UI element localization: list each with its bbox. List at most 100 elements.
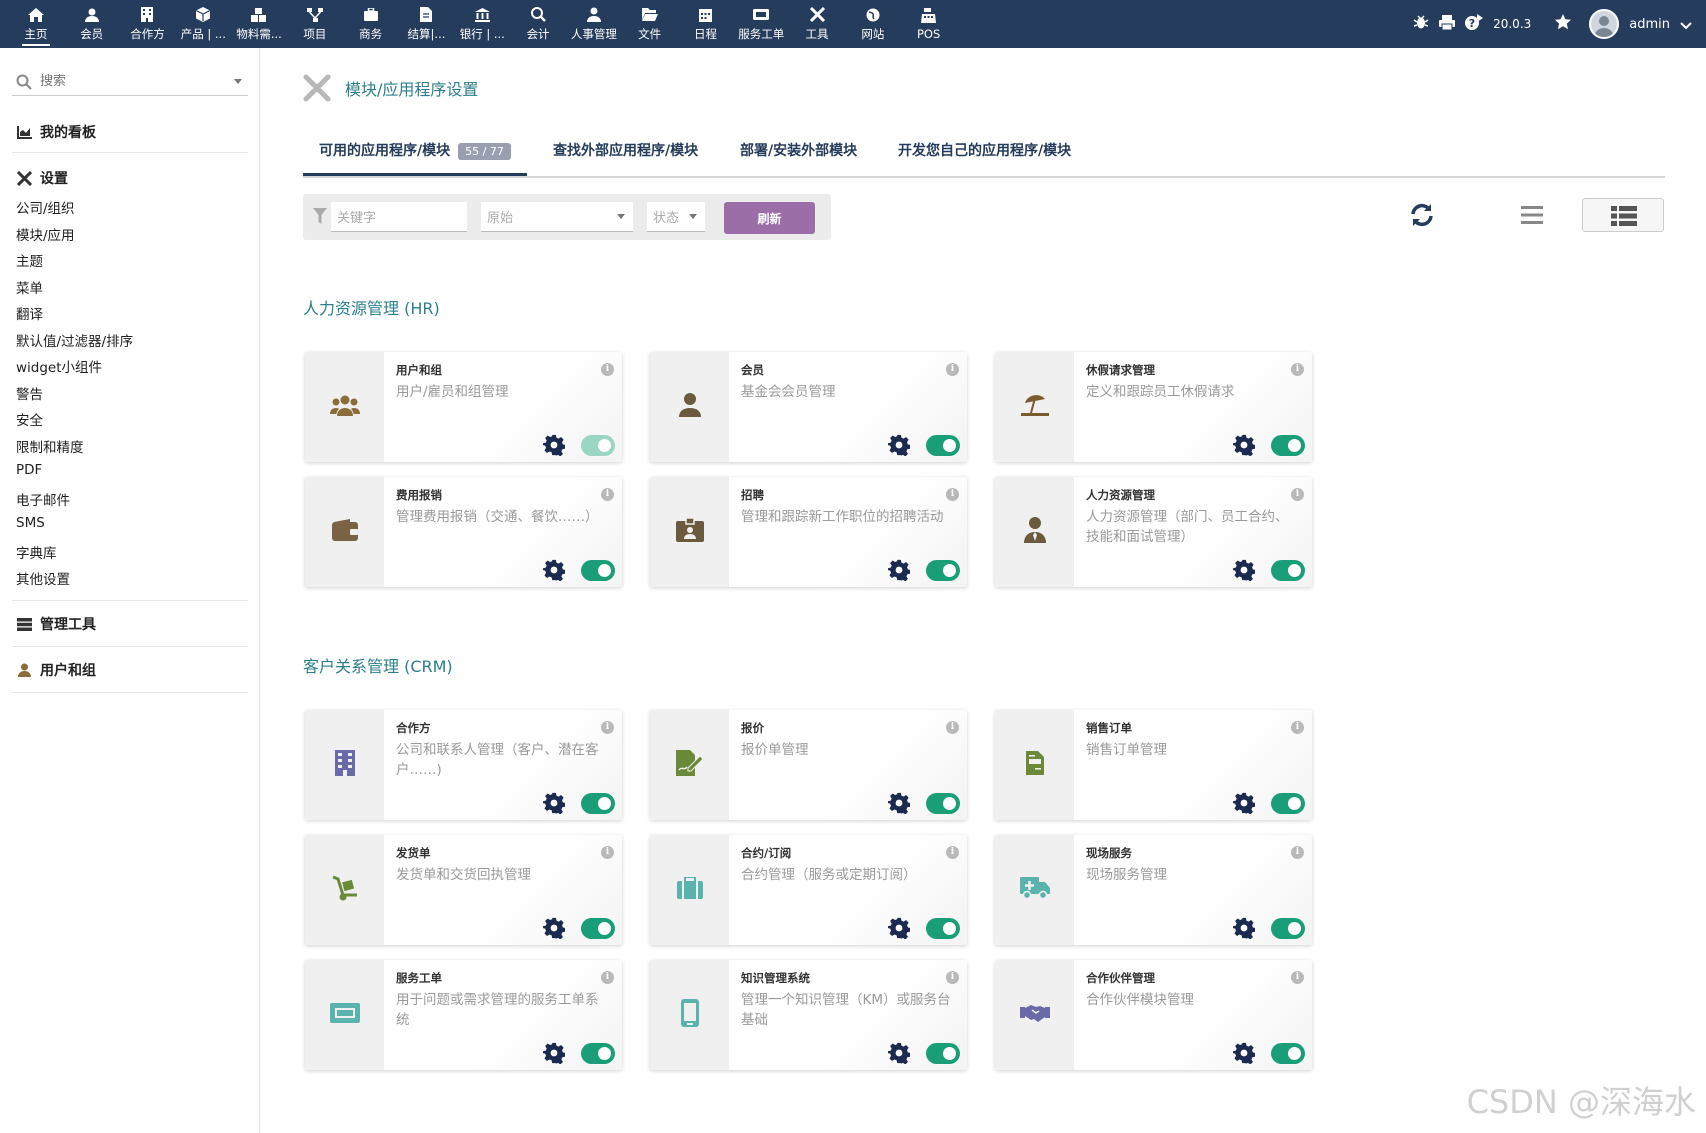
- sidebar-item-translation[interactable]: 翻译: [16, 303, 43, 323]
- topmenu-website[interactable]: 网站: [845, 0, 901, 48]
- module-toggle-switch[interactable]: [581, 435, 615, 456]
- sidebar-item-pdf[interactable]: PDF: [16, 462, 42, 478]
- origin-select[interactable]: 原始: [481, 202, 633, 232]
- gear-icon[interactable]: [1232, 792, 1256, 815]
- topmenu-documents[interactable]: 文件: [622, 0, 678, 48]
- sidebar-item-dictionaries[interactable]: 字典库: [16, 542, 57, 562]
- sidebar-item-other[interactable]: 其他设置: [16, 568, 70, 588]
- sidebar-item-email[interactable]: 电子邮件: [16, 489, 70, 509]
- topmenu-mrp[interactable]: 物料需...: [231, 0, 287, 48]
- sidebar-item-widgets[interactable]: widget小组件: [16, 356, 102, 376]
- info-icon[interactable]: i: [946, 363, 959, 376]
- module-toggle-switch[interactable]: [1271, 793, 1305, 814]
- module-toggle-switch[interactable]: [581, 793, 615, 814]
- topmenu-commercial[interactable]: 商务: [343, 0, 399, 48]
- module-toggle-switch[interactable]: [581, 1043, 615, 1064]
- info-icon[interactable]: i: [601, 363, 614, 376]
- info-icon[interactable]: i: [946, 721, 959, 734]
- module-toggle-switch[interactable]: [926, 435, 960, 456]
- sidebar-item-alerts[interactable]: 警告: [16, 383, 43, 403]
- module-toggle-switch[interactable]: [581, 918, 615, 939]
- info-icon[interactable]: i: [601, 971, 614, 984]
- gear-icon[interactable]: [1232, 559, 1256, 582]
- gear-icon[interactable]: [542, 792, 566, 815]
- topmenu-members[interactable]: 会员: [64, 0, 120, 48]
- info-icon[interactable]: i: [946, 846, 959, 859]
- chevron-down-icon[interactable]: [234, 79, 242, 84]
- tab-find-external[interactable]: 查找外部应用程序/模块: [553, 140, 698, 176]
- gear-icon[interactable]: [887, 917, 911, 940]
- topmenu-home[interactable]: 主页: [8, 0, 64, 48]
- sidebar-dashboard[interactable]: 我的看板: [16, 122, 96, 142]
- module-toggle-switch[interactable]: [926, 1043, 960, 1064]
- info-icon[interactable]: i: [1291, 363, 1304, 376]
- refresh-button[interactable]: 刷新: [724, 202, 815, 234]
- module-toggle-switch[interactable]: [926, 560, 960, 581]
- sidebar-item-menus[interactable]: 菜单: [16, 277, 43, 297]
- module-toggle-switch[interactable]: [1271, 1043, 1305, 1064]
- topmenu-thirdparty[interactable]: 合作方: [120, 0, 176, 48]
- bookmark-star-icon[interactable]: [1555, 14, 1572, 34]
- user-avatar[interactable]: [1589, 9, 1620, 39]
- topmenu-bank[interactable]: 银行 | ...: [454, 0, 510, 48]
- tab-deploy-external[interactable]: 部署/安装外部模块: [740, 140, 857, 176]
- status-select[interactable]: 状态: [647, 202, 705, 232]
- tab-develop-own[interactable]: 开发您自己的应用程序/模块: [898, 140, 1071, 176]
- info-icon[interactable]: i: [601, 488, 614, 501]
- kanban-view-toggle[interactable]: [1582, 198, 1664, 232]
- info-icon[interactable]: i: [946, 971, 959, 984]
- gear-icon[interactable]: [542, 917, 566, 940]
- sidebar-search[interactable]: [12, 68, 248, 96]
- keyword-input[interactable]: 关键字: [331, 202, 467, 232]
- sidebar-admin-tools[interactable]: 管理工具: [16, 614, 96, 634]
- topmenu-billing[interactable]: 结算|...: [399, 0, 455, 48]
- module-toggle-switch[interactable]: [926, 793, 960, 814]
- list-view-icon[interactable]: [1520, 204, 1544, 226]
- sidebar-users-groups[interactable]: 用户和组: [16, 660, 96, 680]
- topmenu-products[interactable]: 产品 | ...: [175, 0, 231, 48]
- sidebar-item-modules[interactable]: 模块/应用: [16, 224, 75, 244]
- topmenu-agenda[interactable]: 日程: [678, 0, 734, 48]
- module-toggle-switch[interactable]: [1271, 918, 1305, 939]
- username-label[interactable]: admin: [1629, 17, 1670, 32]
- gear-icon[interactable]: [887, 792, 911, 815]
- reload-icon[interactable]: [1408, 201, 1436, 229]
- topmenu-projects[interactable]: 项目: [287, 0, 343, 48]
- print-icon[interactable]: [1439, 14, 1456, 34]
- gear-icon[interactable]: [542, 559, 566, 582]
- sidebar-item-company[interactable]: 公司/组织: [16, 197, 75, 217]
- gear-icon[interactable]: [1232, 434, 1256, 457]
- chevron-down-icon[interactable]: [1680, 15, 1692, 34]
- info-icon[interactable]: i: [1291, 971, 1304, 984]
- help-icon[interactable]: ?: [1465, 14, 1484, 34]
- sidebar-item-limits[interactable]: 限制和精度: [16, 436, 84, 456]
- gear-icon[interactable]: [887, 434, 911, 457]
- gear-icon[interactable]: [542, 1042, 566, 1065]
- topmenu-hrm[interactable]: 人事管理: [566, 0, 622, 48]
- gear-icon[interactable]: [542, 434, 566, 457]
- info-icon[interactable]: i: [601, 721, 614, 734]
- sidebar-item-defaults[interactable]: 默认值/过滤器/排序: [16, 330, 133, 350]
- gear-icon[interactable]: [887, 559, 911, 582]
- topmenu-ticket[interactable]: 服务工单: [733, 0, 789, 48]
- topmenu-accounting[interactable]: 会计: [510, 0, 566, 48]
- info-icon[interactable]: i: [1291, 721, 1304, 734]
- sidebar-settings[interactable]: 设置: [16, 168, 68, 188]
- module-toggle-switch[interactable]: [581, 560, 615, 581]
- sidebar-item-theme[interactable]: 主题: [16, 250, 43, 270]
- topmenu-pos[interactable]: POS: [901, 0, 957, 48]
- info-icon[interactable]: i: [1291, 846, 1304, 859]
- bug-icon[interactable]: [1413, 14, 1429, 34]
- topmenu-tools[interactable]: 工具: [789, 0, 845, 48]
- tab-available-modules[interactable]: 可用的应用程序/模块 55 / 77: [303, 140, 527, 176]
- module-toggle-switch[interactable]: [1271, 435, 1305, 456]
- info-icon[interactable]: i: [1291, 488, 1304, 501]
- module-toggle-switch[interactable]: [926, 918, 960, 939]
- sidebar-item-security[interactable]: 安全: [16, 409, 43, 429]
- gear-icon[interactable]: [887, 1042, 911, 1065]
- gear-icon[interactable]: [1232, 917, 1256, 940]
- info-icon[interactable]: i: [946, 488, 959, 501]
- module-toggle-switch[interactable]: [1271, 560, 1305, 581]
- gear-icon[interactable]: [1232, 1042, 1256, 1065]
- search-input[interactable]: [40, 74, 220, 89]
